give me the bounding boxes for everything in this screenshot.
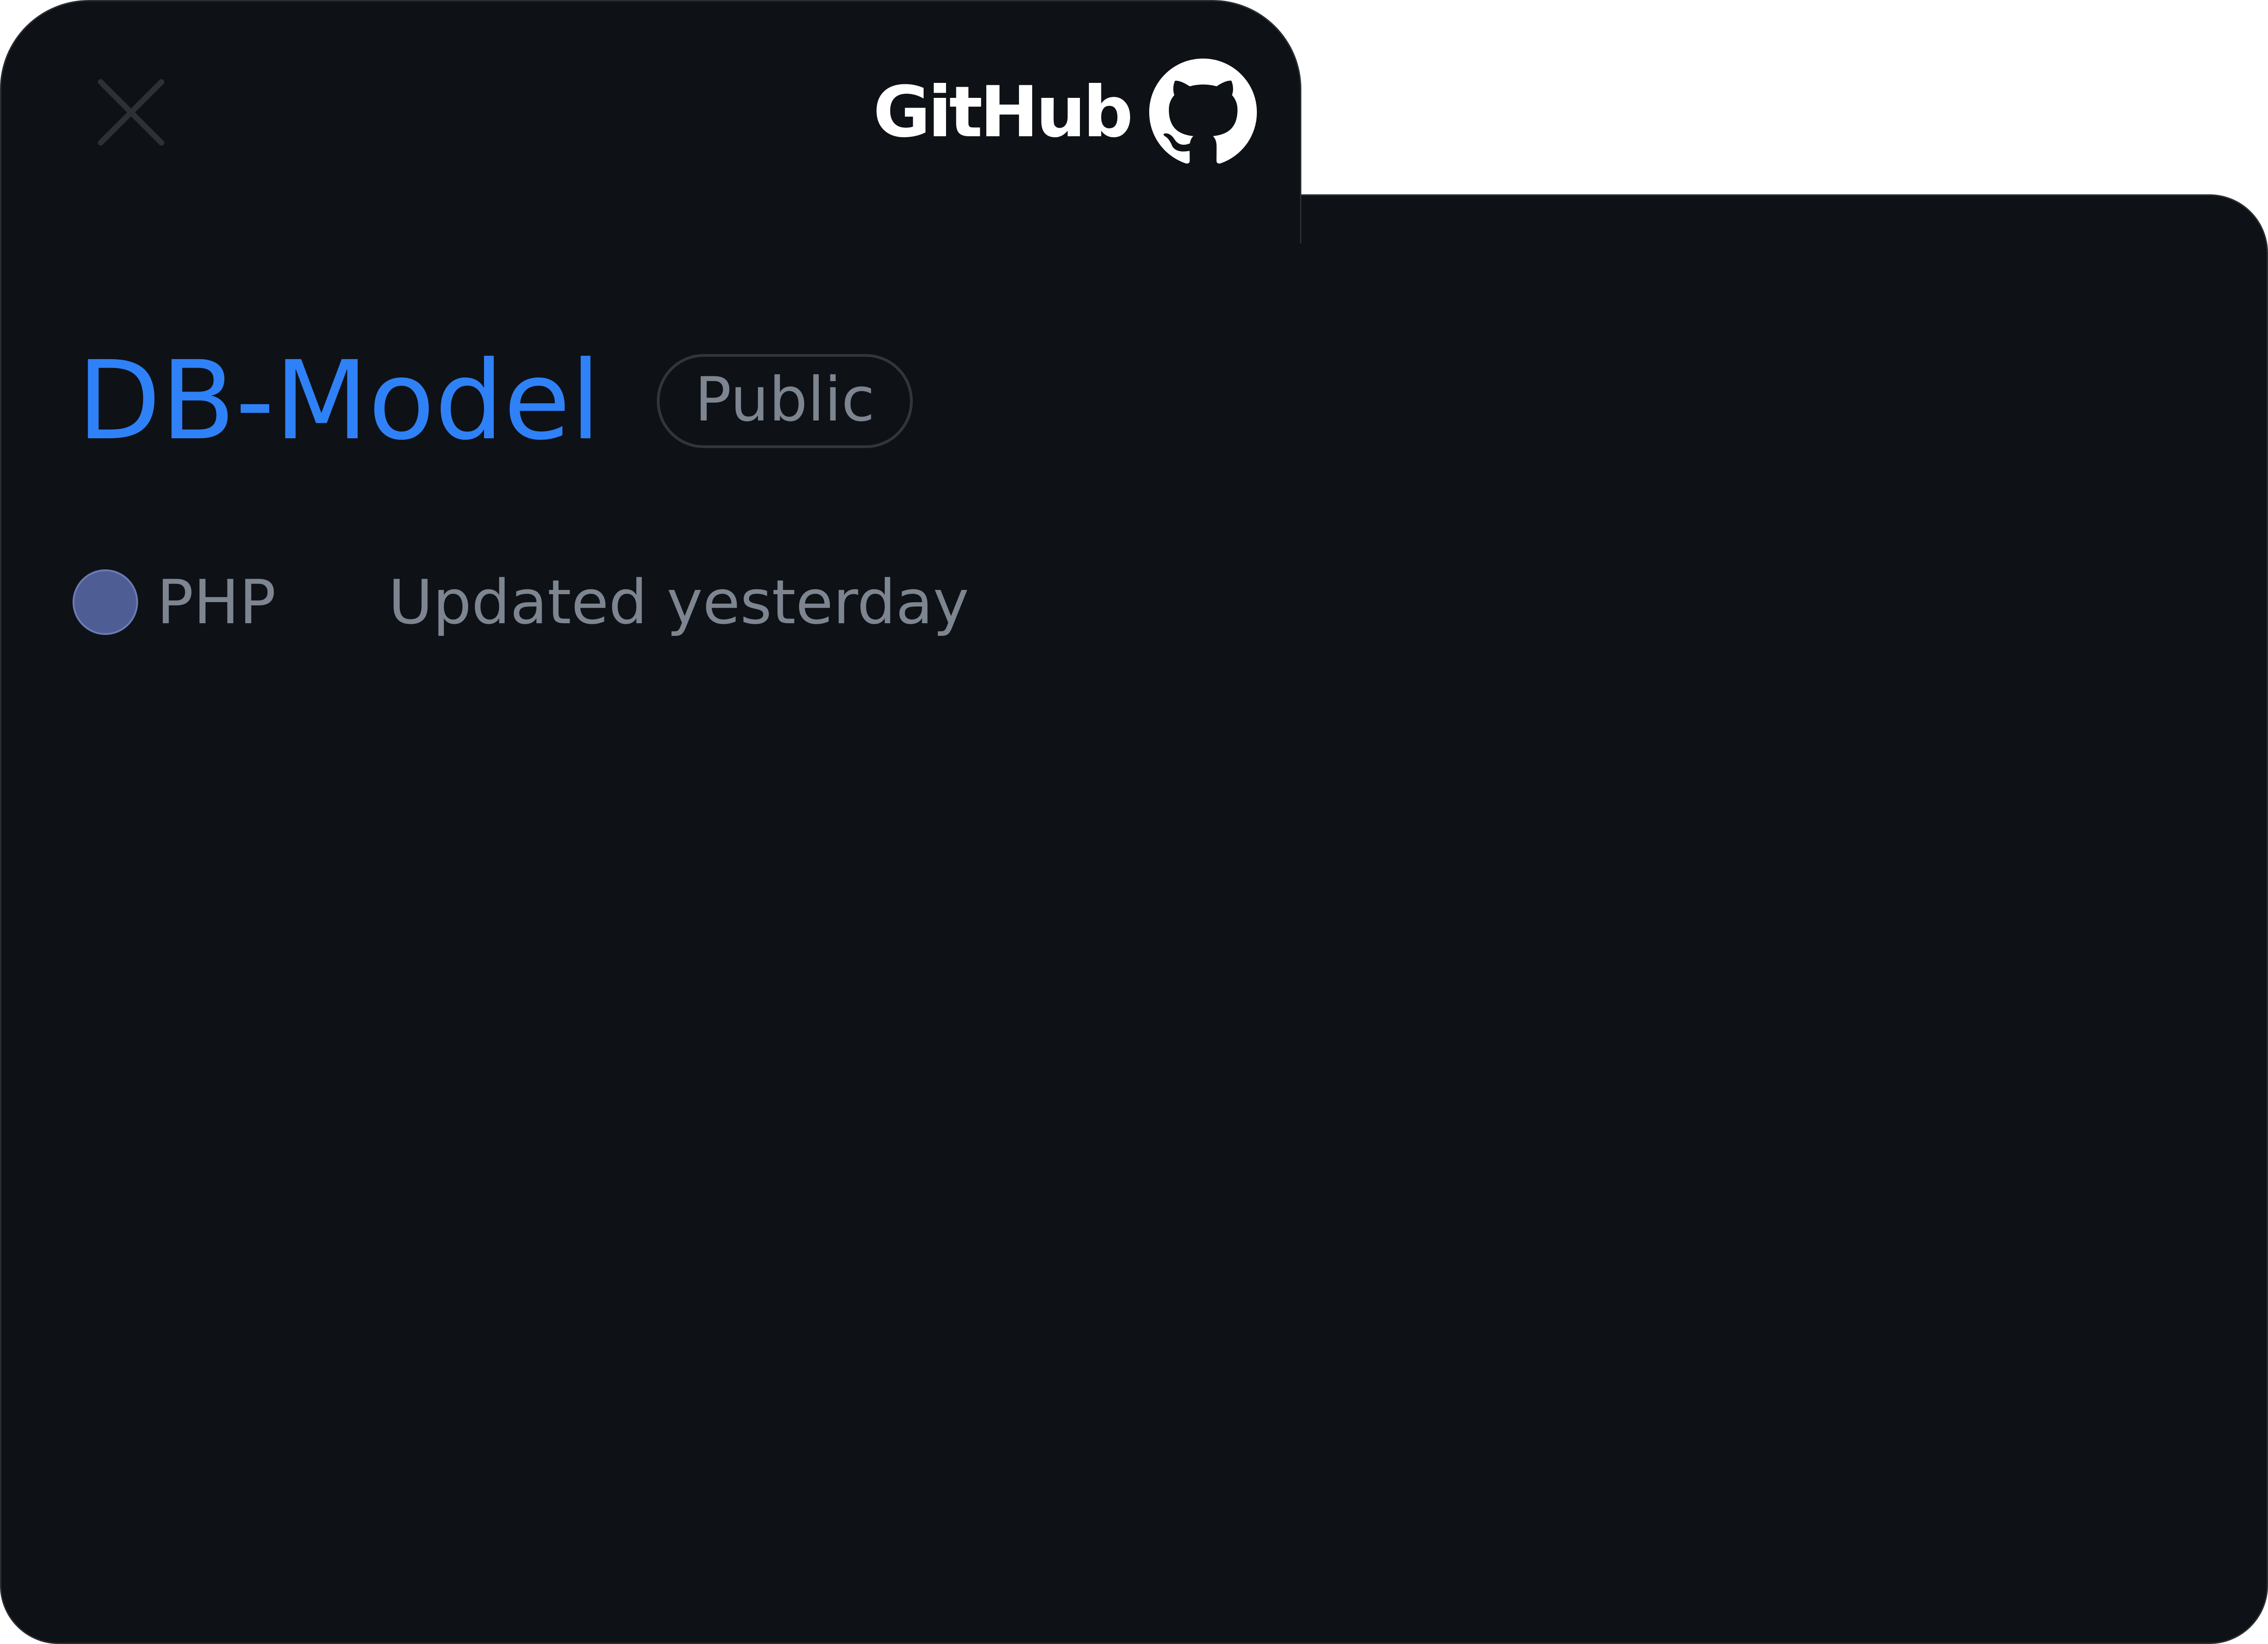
github-wordmark: GitHub: [873, 72, 1133, 153]
repo-meta: PHP Updated yesterday: [73, 567, 969, 638]
repo-title-row: DB-Model Public: [77, 346, 913, 455]
language-label: PHP: [157, 567, 276, 638]
updated-timestamp: Updated yesterday: [388, 567, 969, 638]
repo-name-link[interactable]: DB-Model: [77, 346, 601, 455]
card-join: [1, 178, 1300, 215]
close-button[interactable]: [96, 77, 166, 147]
repo-card-stage: GitHub DB-Model Public PHP Updated yeste…: [0, 0, 2268, 1644]
close-icon: [98, 79, 164, 146]
github-octocat-icon: [1149, 59, 1257, 164]
language-color-dot: [73, 569, 138, 635]
visibility-badge: Public: [657, 354, 913, 448]
github-brand: GitHub: [873, 56, 1257, 169]
